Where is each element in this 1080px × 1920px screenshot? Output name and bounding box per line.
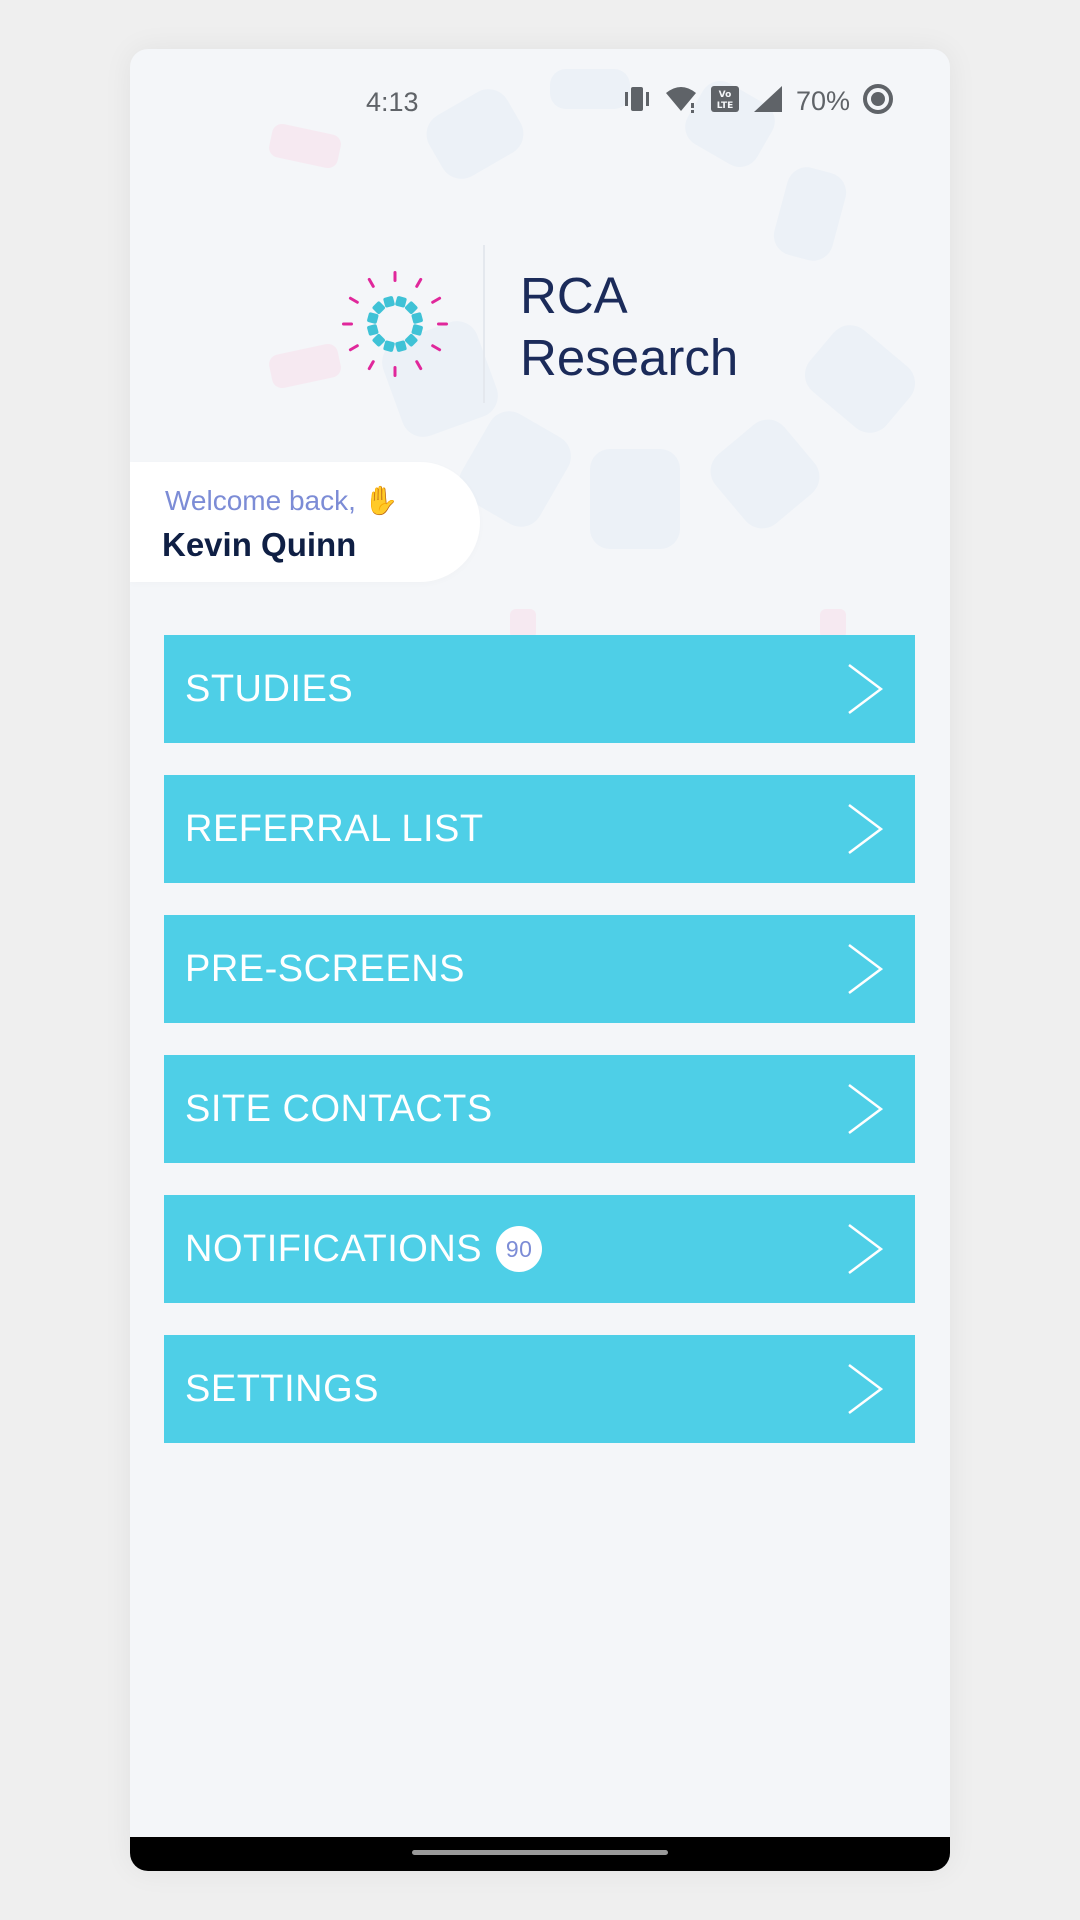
status-bar: 4:13 Vo LTE 70% [130,49,950,159]
menu-item-site-contacts[interactable]: SITE CONTACTS [164,1055,915,1163]
menu-item-notifications[interactable]: NOTIFICATIONS 90 [164,1195,915,1303]
menu-item-referral-list[interactable]: REFERRAL LIST [164,775,915,883]
brand-name: RCA Research [520,265,738,389]
svg-text:Vo: Vo [719,90,732,100]
status-icons: Vo LTE 70% [622,83,894,120]
sunburst-logo-icon [342,271,448,377]
menu-item-label: REFERRAL LIST [185,808,484,850]
signal-icon [752,85,784,118]
chevron-right-icon [848,664,883,714]
menu-item-pre-screens[interactable]: PRE-SCREENS [164,915,915,1023]
menu-item-label: SETTINGS [185,1368,380,1410]
menu-item-label: NOTIFICATIONS [185,1228,483,1270]
welcome-greeting: Welcome back, ✋ [165,485,399,516]
menu-item-settings[interactable]: SETTINGS [164,1335,915,1443]
home-gesture-handle[interactable] [412,1850,668,1855]
phone-screen: 4:13 Vo LTE 70% RCA Research Welcome bac… [130,49,950,1871]
menu-item-label: PRE-SCREENS [185,948,465,990]
logo-divider [483,245,485,403]
volte-icon: Vo LTE [710,85,740,118]
wifi-icon [664,85,698,118]
brand-name-line1: RCA [520,267,628,324]
battery-percent: 70% [795,86,850,116]
user-name: Kevin Quinn [162,526,357,563]
notification-count-badge: 90 [496,1226,543,1272]
svg-text:LTE: LTE [717,101,734,111]
chevron-right-icon [848,804,883,854]
menu-item-studies[interactable]: STUDIES [164,635,915,743]
chevron-right-icon [848,1084,883,1134]
chevron-right-icon [848,1224,883,1274]
brand-logo: RCA Research [130,199,950,403]
chevron-right-icon [848,944,883,994]
status-time: 4:13 [366,87,419,117]
menu-item-label-wrap: NOTIFICATIONS 90 [185,1195,543,1303]
welcome-card: Welcome back, ✋ Kevin Quinn [130,462,480,582]
battery-icon [862,83,894,120]
menu-item-label: SITE CONTACTS [185,1088,493,1130]
main-menu: STUDIES REFERRAL LIST PRE-SCREENS SITE C… [164,635,915,1475]
vibrate-icon [622,85,652,118]
menu-item-label: STUDIES [185,668,354,710]
system-nav-bar [130,1837,950,1871]
brand-name-line2: Research [520,329,739,386]
chevron-right-icon [848,1364,883,1414]
